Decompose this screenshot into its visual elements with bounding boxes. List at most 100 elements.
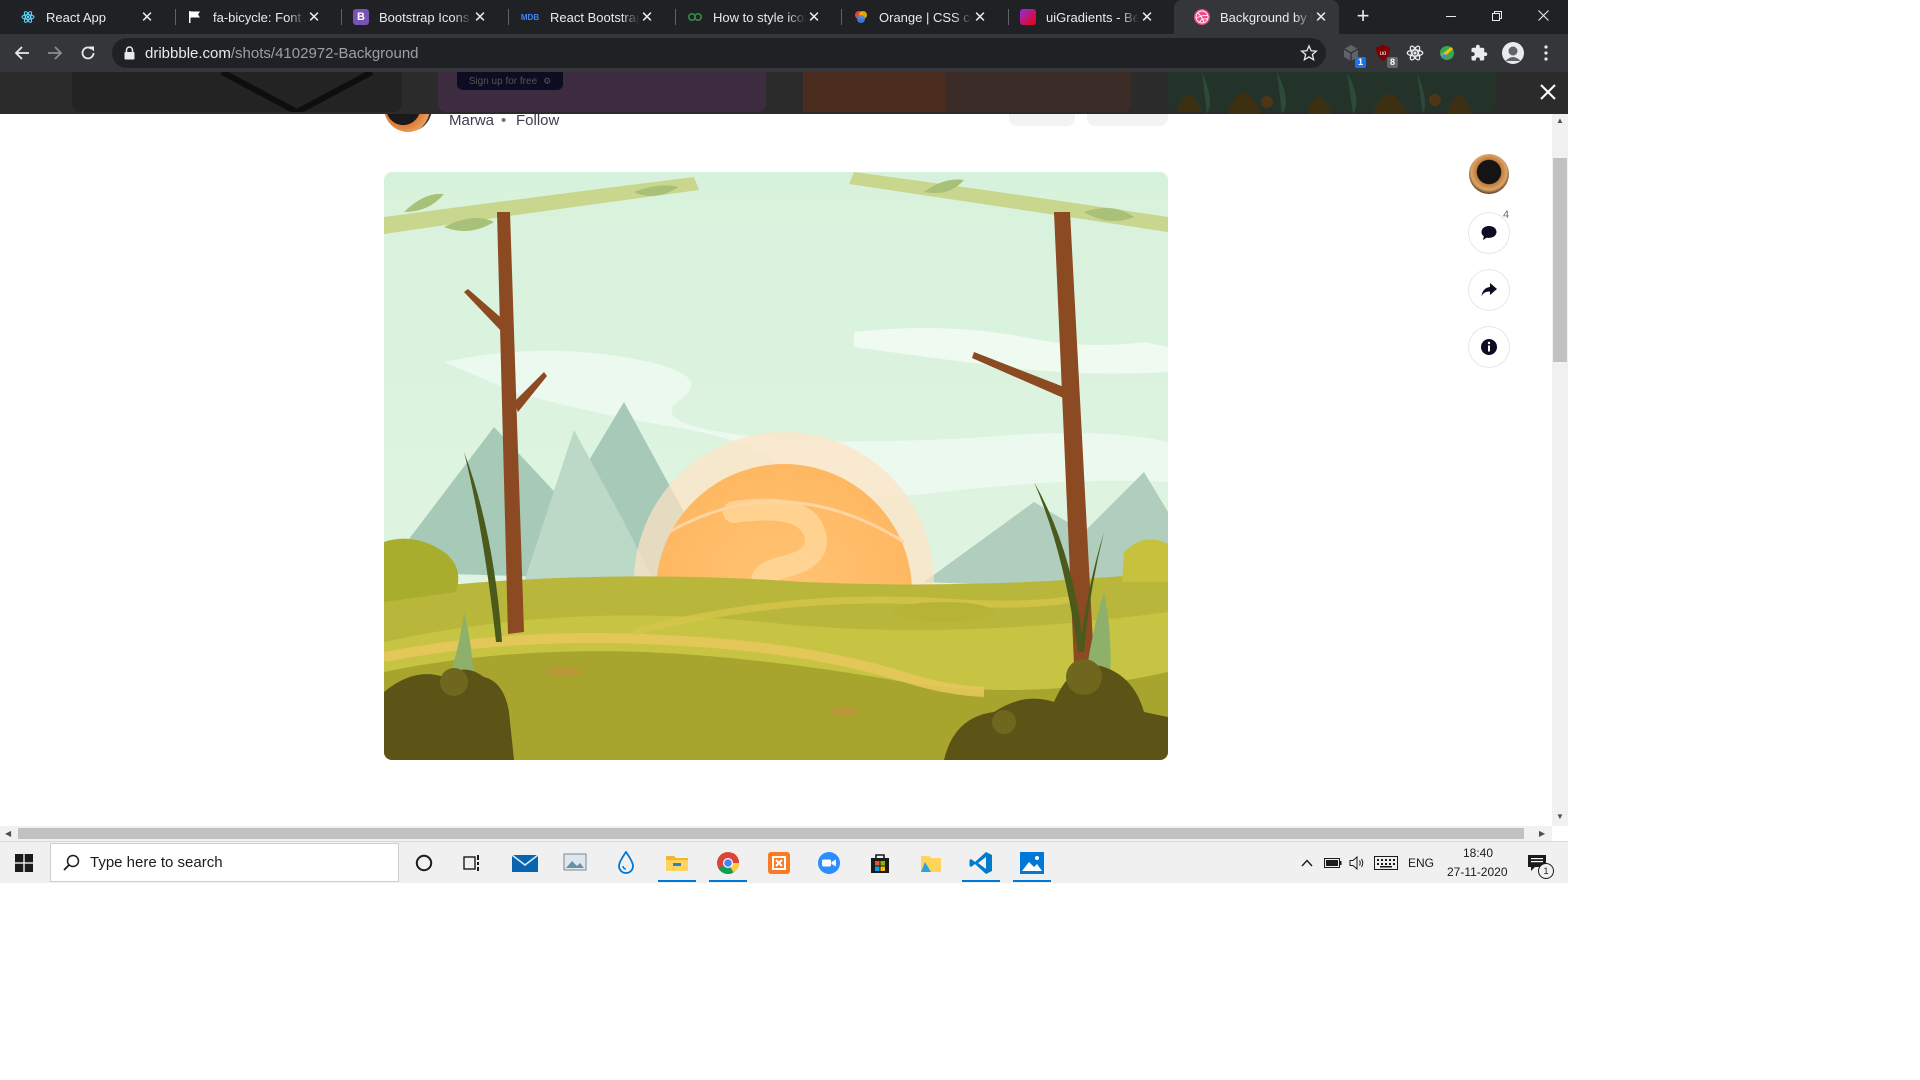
task-view-button[interactable] <box>450 842 496 883</box>
extension-badge: 8 <box>1386 57 1398 68</box>
lock-icon[interactable] <box>124 46 135 60</box>
taskbar-app-xampp[interactable] <box>756 842 802 883</box>
extension-ublock[interactable]: uo 8 <box>1372 42 1398 68</box>
details-button[interactable] <box>1469 327 1509 367</box>
author-name[interactable]: Marwa <box>449 114 494 129</box>
cortana-button[interactable] <box>401 842 447 883</box>
scroll-up-arrow-icon[interactable]: ▲ <box>1556 116 1564 125</box>
author-avatar[interactable] <box>384 114 432 132</box>
signup-button[interactable]: Sign up for free ⚙ <box>457 72 563 90</box>
extension-1[interactable]: 1 <box>1340 42 1366 68</box>
chevron-up-icon <box>1301 858 1313 866</box>
taskbar-search-box[interactable]: Type here to search <box>50 843 399 882</box>
start-button[interactable] <box>0 842 48 883</box>
share-button[interactable] <box>1469 270 1509 310</box>
scroll-left-arrow-icon[interactable]: ◀ <box>5 829 11 838</box>
volume-control[interactable] <box>1346 842 1370 883</box>
flag-icon <box>187 9 203 25</box>
tab-react-bootstrap[interactable]: MDB React Bootstrap with Material ✕ <box>500 0 665 34</box>
battery-indicator[interactable] <box>1321 842 1345 883</box>
tab-title: Orange | CSS color <box>879 9 972 25</box>
new-tab-button[interactable]: + <box>1352 5 1374 27</box>
close-icon[interactable]: ✕ <box>1313 8 1329 26</box>
address-bar[interactable]: dribbble.com/shots/4102972-Background <box>112 38 1326 68</box>
forward-button[interactable] <box>41 39 69 67</box>
react-icon <box>1406 45 1424 61</box>
bookmark-star-icon[interactable] <box>1300 44 1318 62</box>
close-icon[interactable]: ✕ <box>139 8 155 26</box>
arrow-left-icon <box>14 46 29 60</box>
minimize-button[interactable] <box>1428 0 1474 32</box>
taskbar-app-chrome[interactable] <box>705 842 751 883</box>
scroll-down-arrow-icon[interactable]: ▼ <box>1556 812 1564 821</box>
clock-date[interactable]: 27-11-2020 <box>1447 865 1508 879</box>
close-icon <box>1537 10 1549 21</box>
chrome-menu-button[interactable] <box>1535 42 1557 64</box>
show-hidden-icons-button[interactable] <box>1296 842 1318 883</box>
tab-title: React App <box>46 9 106 25</box>
horizontal-scrollbar-thumb[interactable] <box>18 828 1524 839</box>
landscape-illustration <box>384 172 1168 760</box>
chrome-icon <box>717 851 740 874</box>
close-icon[interactable]: ✕ <box>306 8 322 26</box>
follow-link[interactable]: Follow <box>516 114 559 129</box>
dribbble-icon <box>1194 9 1210 25</box>
tab-style-icon[interactable]: How to style icon color ✕ <box>667 0 832 34</box>
close-icon[interactable]: ✕ <box>472 8 488 26</box>
taskbar-app-droplet[interactable] <box>603 842 649 883</box>
extensions-button[interactable] <box>1468 42 1490 64</box>
vscode-icon <box>969 851 992 874</box>
close-icon[interactable]: ✕ <box>972 8 988 26</box>
close-icon <box>1540 84 1556 100</box>
restore-button[interactable] <box>1474 0 1520 32</box>
taskbar-app-photos[interactable] <box>1009 842 1055 883</box>
reload-button[interactable] <box>74 39 102 67</box>
input-language[interactable]: ENG <box>1404 842 1438 883</box>
taskbar-app-sticky-folder[interactable] <box>908 842 954 883</box>
designer-avatar[interactable] <box>1469 154 1509 194</box>
separator-dot: • <box>501 114 507 129</box>
gradient-icon <box>1020 9 1036 25</box>
taskbar-app-file-explorer[interactable] <box>654 842 700 883</box>
tab-uigradients[interactable]: uiGradients - Beautiful ✕ <box>1000 0 1165 34</box>
folder-icon <box>666 855 688 871</box>
shot-image[interactable] <box>384 172 1168 760</box>
back-button[interactable] <box>8 39 36 67</box>
extension-colorzilla[interactable] <box>1436 42 1458 64</box>
close-window-button[interactable] <box>1520 0 1566 32</box>
close-overlay-button[interactable] <box>1536 80 1560 104</box>
taskbar-app-vscode[interactable] <box>958 842 1004 883</box>
search-icon <box>63 854 80 871</box>
vertical-scrollbar-thumb[interactable] <box>1553 158 1567 362</box>
url-text[interactable]: dribbble.com/shots/4102972-Background <box>145 45 419 62</box>
tab-react-app[interactable]: React App ✕ <box>0 0 165 34</box>
extension-react-devtools[interactable] <box>1404 42 1426 64</box>
shopping-bag-icon <box>871 853 889 873</box>
close-icon[interactable]: ✕ <box>1139 8 1155 26</box>
taskbar-app-store[interactable] <box>857 842 903 883</box>
eyedropper-icon <box>1440 46 1454 60</box>
user-icon <box>1502 42 1524 64</box>
close-icon[interactable]: ✕ <box>806 8 822 26</box>
clock-time[interactable]: 18:40 <box>1463 846 1493 860</box>
tab-orange-css[interactable]: Orange | CSS color ✕ <box>833 0 998 34</box>
settings-icon: ⚙ <box>543 75 552 86</box>
tab-fa-bicycle[interactable]: fa-bicycle: Font Awesome ✕ <box>167 0 332 34</box>
extension-badge: 1 <box>1354 57 1366 68</box>
like-button[interactable] <box>1087 114 1168 126</box>
xampp-icon <box>768 851 790 874</box>
tab-bootstrap-icons[interactable]: B Bootstrap Icons · Official ✕ <box>333 0 498 34</box>
save-button[interactable] <box>1009 114 1075 126</box>
background-card <box>1167 72 1495 114</box>
touch-keyboard-button[interactable] <box>1372 842 1400 883</box>
scroll-right-arrow-icon[interactable]: ▶ <box>1539 829 1545 838</box>
profile-avatar[interactable] <box>1502 42 1524 64</box>
action-center-button[interactable]: 1 <box>1522 842 1554 883</box>
taskbar-app-photos-viewer[interactable] <box>552 842 598 883</box>
taskbar-app-zoom[interactable] <box>806 842 852 883</box>
url-path: /shots/4102972-Background <box>230 45 419 62</box>
search-placeholder: Type here to search <box>90 854 223 871</box>
close-icon[interactable]: ✕ <box>639 8 655 26</box>
taskbar-app-mail[interactable] <box>502 842 548 883</box>
tab-background-by-marwa[interactable]: Background by Marwa ✕ <box>1174 0 1339 34</box>
